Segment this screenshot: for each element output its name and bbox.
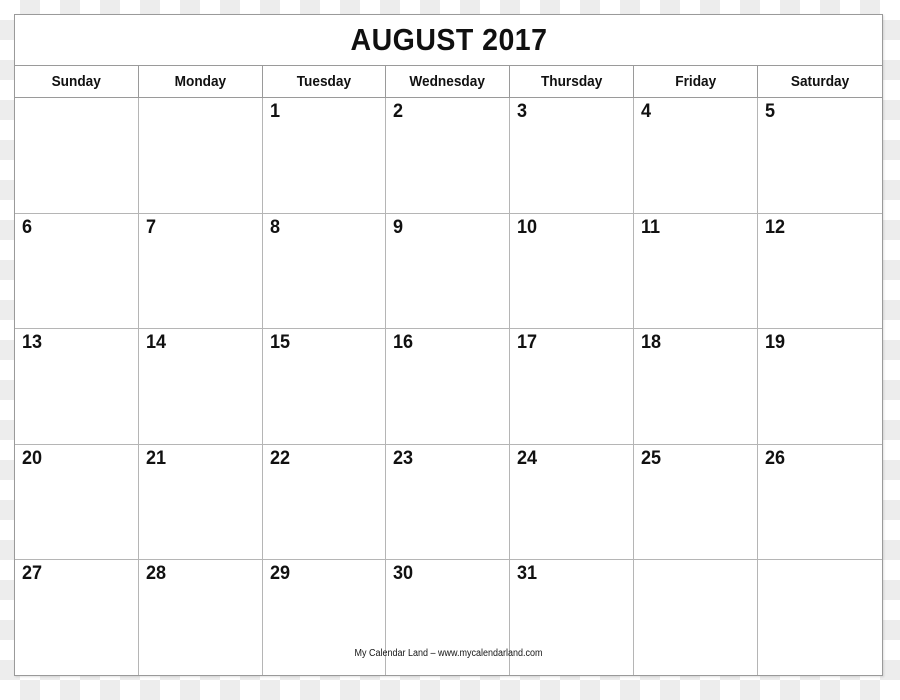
page-title: AUGUST 2017	[350, 22, 547, 57]
day-cell[interactable]: 4	[634, 98, 758, 213]
day-number: 17	[517, 332, 538, 354]
calendar-sheet: AUGUST 2017 Sunday Monday Tuesday Wednes…	[14, 14, 883, 676]
day-number: 22	[270, 447, 291, 469]
day-number: 3	[517, 101, 528, 122]
day-cell[interactable]: 23	[386, 444, 510, 560]
weekday-header-monday: Monday	[139, 66, 263, 97]
weekday-header-sunday: Sunday	[15, 66, 139, 97]
day-cell[interactable]	[15, 98, 139, 213]
weekday-label: Monday	[174, 73, 227, 90]
day-cell[interactable]: 26	[758, 444, 882, 560]
day-cell[interactable]: 13	[15, 329, 139, 444]
weekday-label: Saturday	[790, 73, 850, 90]
day-cell[interactable]: 18	[634, 329, 758, 444]
day-number: 30	[393, 563, 414, 585]
day-number: 18	[641, 332, 662, 354]
day-cell[interactable]: 20	[15, 444, 139, 560]
day-number: 14	[146, 332, 167, 354]
week-row: 1 2 3 4 5	[15, 98, 882, 214]
day-number: 21	[146, 447, 167, 469]
day-number: 8	[270, 216, 281, 238]
day-cell[interactable]: 22	[263, 444, 386, 560]
day-number: 13	[22, 332, 43, 354]
day-number: 27	[22, 563, 43, 585]
weekday-label: Wednesday	[409, 73, 486, 90]
day-number: 7	[146, 216, 157, 238]
day-number: 26	[765, 447, 786, 469]
day-number: 31	[517, 563, 538, 585]
day-number: 24	[517, 447, 538, 469]
day-cell[interactable]: 1	[263, 98, 386, 213]
day-cell[interactable]: 9	[386, 213, 510, 329]
weekday-label: Sunday	[51, 73, 102, 90]
day-cell[interactable]	[758, 560, 882, 675]
day-cell[interactable]: 2	[386, 98, 510, 213]
weekday-header-tuesday: Tuesday	[263, 66, 386, 97]
day-number: 9	[393, 216, 404, 238]
weekday-label: Friday	[675, 73, 716, 90]
day-cell[interactable]: 17	[510, 329, 634, 444]
day-number: 12	[765, 216, 786, 238]
week-row: 20 21 22 23 24 25 26	[15, 444, 882, 561]
day-number: 6	[22, 216, 33, 238]
day-cell[interactable]: 6	[15, 213, 139, 329]
day-number: 11	[641, 216, 661, 238]
day-number: 5	[765, 101, 776, 122]
day-cell[interactable]: 28	[139, 560, 263, 675]
day-number: 16	[393, 332, 414, 354]
day-cell[interactable]: 7	[139, 213, 263, 329]
day-cell[interactable]: 30	[386, 560, 510, 675]
day-cell[interactable]: 3	[510, 98, 634, 213]
day-cell[interactable]: 27	[15, 560, 139, 675]
day-cell[interactable]: 25	[634, 444, 758, 560]
day-cell[interactable]: 31	[510, 560, 634, 675]
day-cell[interactable]: 19	[758, 329, 882, 444]
weekday-header-thursday: Thursday	[510, 66, 634, 97]
week-row: 6 7 8 9 10 11 12	[15, 213, 882, 330]
weekday-label: Tuesday	[296, 73, 352, 90]
day-number: 23	[393, 447, 414, 469]
day-cell[interactable]: 16	[386, 329, 510, 444]
weekday-header-wednesday: Wednesday	[386, 66, 510, 97]
day-number: 29	[270, 563, 291, 585]
weekday-header-friday: Friday	[634, 66, 758, 97]
day-number: 20	[22, 447, 43, 469]
calendar-weeks-grid: 1 2 3 4 5 6 7 8 9 10 11 12 13 14 15 16 1…	[15, 98, 882, 675]
day-cell[interactable]	[634, 560, 758, 675]
day-cell[interactable]	[139, 98, 263, 213]
calendar-title-bar: AUGUST 2017	[15, 15, 882, 66]
weekday-label: Thursday	[540, 73, 603, 90]
week-row: 13 14 15 16 17 18 19	[15, 329, 882, 445]
day-number: 28	[146, 563, 167, 585]
day-cell[interactable]: 8	[263, 213, 386, 329]
day-number: 10	[517, 216, 538, 238]
day-cell[interactable]: 5	[758, 98, 882, 213]
weekday-header-row: Sunday Monday Tuesday Wednesday Thursday…	[15, 66, 882, 98]
day-cell[interactable]: 12	[758, 213, 882, 329]
day-cell[interactable]: 15	[263, 329, 386, 444]
week-row: 27 28 29 30 31	[15, 560, 882, 675]
day-number: 19	[765, 332, 786, 354]
day-number: 25	[641, 447, 662, 469]
day-cell[interactable]: 21	[139, 444, 263, 560]
day-number: 1	[270, 101, 281, 122]
day-cell[interactable]: 14	[139, 329, 263, 444]
day-cell[interactable]: 29	[263, 560, 386, 675]
weekday-header-saturday: Saturday	[758, 66, 882, 97]
day-cell[interactable]: 24	[510, 444, 634, 560]
day-cell[interactable]: 11	[634, 213, 758, 329]
day-number: 4	[641, 101, 652, 122]
day-number: 2	[393, 101, 404, 122]
day-cell[interactable]: 10	[510, 213, 634, 329]
day-number: 15	[270, 332, 291, 354]
